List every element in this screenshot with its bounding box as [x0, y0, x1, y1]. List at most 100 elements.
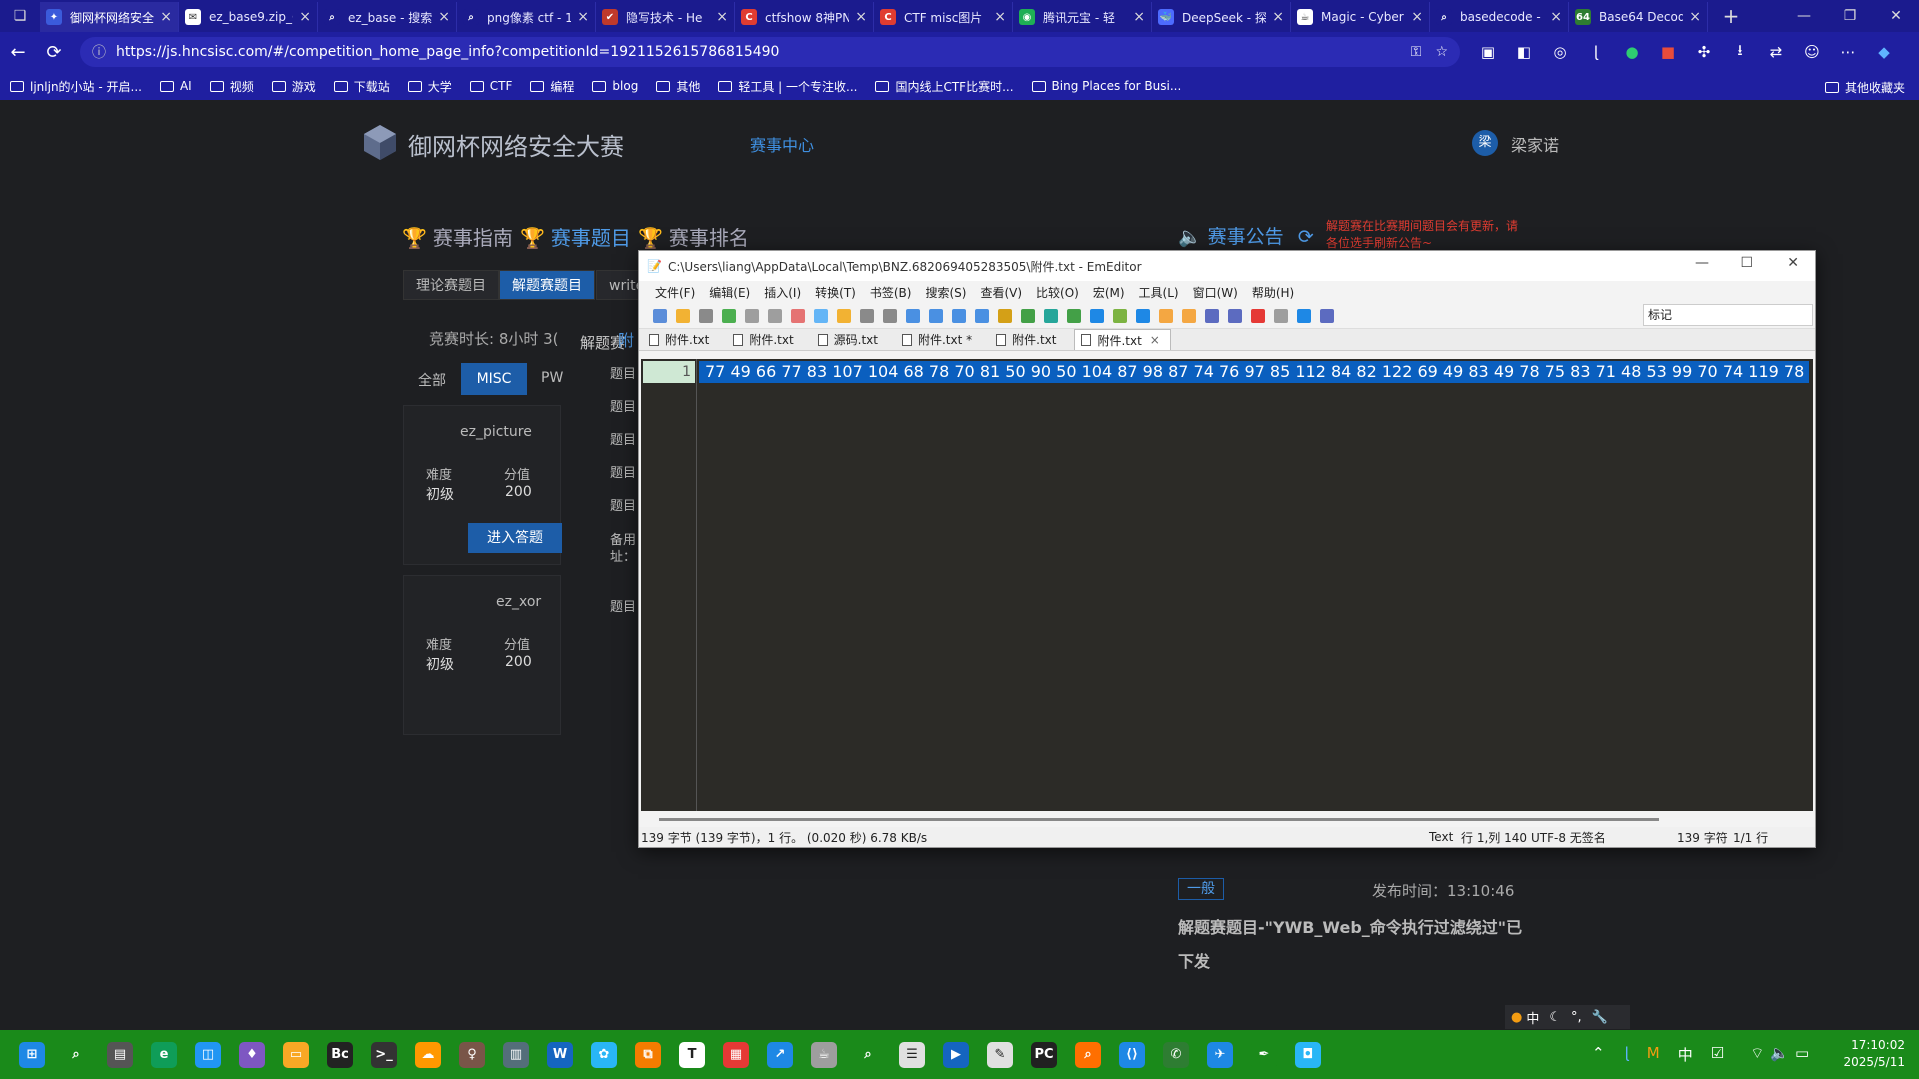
toolbar-button-icon[interactable]: [745, 308, 759, 323]
avatar[interactable]: 梁: [1472, 130, 1498, 156]
search-icon[interactable]: ⌕: [63, 1041, 89, 1068]
minimize-button[interactable]: —: [1781, 8, 1827, 24]
profile-avatar-icon[interactable]: ☺: [1794, 43, 1830, 61]
emeditor-menu-item[interactable]: 文件(F): [655, 284, 695, 301]
browser-tab[interactable]: Cctfshow 8神PN ×: [735, 2, 874, 32]
puzzle-icon[interactable]: ✣: [1686, 43, 1722, 61]
app-icon[interactable]: ☁: [415, 1041, 441, 1068]
bookmark-field[interactable]: 标记: [1643, 304, 1813, 326]
toolbar-button-icon[interactable]: [1320, 308, 1334, 323]
toolbar-button-icon[interactable]: [1136, 308, 1150, 323]
downloads-icon[interactable]: ⭳: [1722, 40, 1758, 65]
volume-icon[interactable]: 🔈: [1770, 1044, 1789, 1065]
app-icon[interactable]: ◘: [1295, 1041, 1321, 1068]
maximize-button[interactable]: ❐: [1827, 8, 1873, 24]
challenge-card[interactable]: ez_picture 难度 初级 分值 200 进入答题: [403, 405, 562, 565]
bookmark-item[interactable]: 编程: [530, 78, 574, 95]
word-icon[interactable]: W: [547, 1041, 573, 1068]
menu-ranking[interactable]: 🏆 赛事排名: [638, 222, 749, 251]
filter-all[interactable]: 全部: [418, 370, 446, 390]
app-icon[interactable]: ✿: [591, 1041, 617, 1068]
toolbar-button-icon[interactable]: [906, 308, 920, 323]
tab-close-icon[interactable]: ×: [994, 9, 1006, 25]
scrollbar-thumb[interactable]: [659, 818, 1659, 821]
toolbar-button-icon[interactable]: [883, 308, 897, 323]
status-mode[interactable]: Text: [1429, 830, 1453, 844]
bookmark-other-folder[interactable]: 其他收藏夹: [1824, 79, 1905, 96]
emeditor-menu-item[interactable]: 插入(I): [764, 284, 801, 301]
emeditor-title-bar[interactable]: 📝 C:\Users\liang\AppData\Local\Temp\BNZ.…: [639, 251, 1815, 281]
menu-challenges[interactable]: 🏆 赛事题目: [520, 222, 631, 251]
emeditor-close-button[interactable]: ✕: [1787, 255, 1799, 271]
copilot-icon[interactable]: ◆: [1866, 43, 1902, 61]
emeditor-menu-item[interactable]: 搜索(S): [925, 284, 966, 301]
extension-icon-6[interactable]: ■: [1650, 43, 1686, 61]
ime-toolbar[interactable]: ● 中 ☾ °, 🔧: [1505, 1005, 1630, 1029]
browser-tab[interactable]: 🐳 DeepSeek - 探 ×: [1152, 2, 1291, 32]
app-icon[interactable]: ♦: [239, 1041, 265, 1068]
document-tab[interactable]: 附件.txt ×: [1074, 329, 1171, 350]
toolbar-button-icon[interactable]: [699, 308, 713, 323]
typora-icon[interactable]: T: [679, 1041, 705, 1068]
toolbar-button-icon[interactable]: [952, 308, 966, 323]
wrench-icon[interactable]: 🔧: [1592, 1010, 1608, 1025]
editor-area[interactable]: 1 77 49 66 77 83 107 104 68 78 70 81 50 …: [641, 359, 1813, 811]
emeditor-menu-item[interactable]: 查看(V): [980, 284, 1022, 301]
toolbar-button-icon[interactable]: [1205, 308, 1219, 323]
tab-close-icon[interactable]: ×: [1133, 9, 1145, 25]
app-icon[interactable]: ☰: [899, 1041, 925, 1068]
battery-icon[interactable]: ▭: [1795, 1044, 1809, 1065]
emeditor-menu-item[interactable]: 转换(T): [815, 284, 856, 301]
app-icon[interactable]: ↗: [767, 1041, 793, 1068]
bookmark-item[interactable]: Bing Places for Busi...: [1031, 78, 1181, 95]
edge-icon[interactable]: e: [151, 1041, 177, 1068]
tray-check-icon[interactable]: ☑: [1711, 1044, 1724, 1065]
bookmark-item[interactable]: AI: [159, 78, 192, 95]
toolbar-button-icon[interactable]: [676, 308, 690, 323]
app-icon[interactable]: ✒: [1251, 1041, 1277, 1068]
selected-line-content[interactable]: 77 49 66 77 83 107 104 68 78 70 81 50 90…: [699, 361, 1809, 383]
site-logo-text[interactable]: 御网杯网络安全大赛: [408, 127, 624, 162]
emeditor-maximize-button[interactable]: ☐: [1740, 255, 1753, 271]
bookmark-item[interactable]: 轻工具 | 一个专注收...: [718, 78, 857, 95]
close-window-button[interactable]: ✕: [1873, 8, 1919, 24]
new-tab-button[interactable]: +: [1708, 4, 1754, 28]
toolbar-button-icon[interactable]: [1228, 308, 1242, 323]
tab-close-icon[interactable]: ×: [855, 9, 867, 25]
tab-close-icon[interactable]: ×: [1411, 9, 1423, 25]
browser-tab[interactable]: ☕ Magic - Cyber ×: [1291, 2, 1430, 32]
app-icon[interactable]: ◫: [195, 1041, 221, 1068]
emeditor-minimize-button[interactable]: —: [1695, 255, 1709, 271]
extension-icon-5[interactable]: ●: [1614, 43, 1650, 61]
browser-tab[interactable]: C CTF misc图片 ×: [874, 2, 1013, 32]
tray-app-icon-2[interactable]: M: [1647, 1044, 1660, 1065]
bookmark-item[interactable]: 下载站: [333, 78, 390, 95]
user-name[interactable]: 梁家诺: [1511, 132, 1559, 156]
challenge-card[interactable]: ez_xor 难度 初级 分值 200: [403, 575, 561, 735]
terminal-icon[interactable]: >_: [371, 1041, 397, 1068]
pycharm-icon[interactable]: PC: [1031, 1041, 1057, 1068]
bookmark-item[interactable]: ljnljn的小站 - 开启...: [10, 78, 142, 95]
back-arrow-icon[interactable]: ←: [0, 42, 36, 63]
toolbar-button-icon[interactable]: [1297, 308, 1311, 323]
toolbar-button-icon[interactable]: [837, 308, 851, 323]
emeditor-window[interactable]: 📝 C:\Users\liang\AppData\Local\Temp\BNZ.…: [638, 250, 1816, 848]
browser-tab[interactable]: ⌕ basedecode - ×: [1430, 2, 1569, 32]
tray-expand-icon[interactable]: ⌃: [1592, 1044, 1605, 1065]
toolbar-button-icon[interactable]: [1274, 308, 1288, 323]
toolbar-button-icon[interactable]: [722, 308, 736, 323]
more-menu-icon[interactable]: ⋯: [1830, 43, 1866, 61]
document-tab-close-icon[interactable]: ×: [1150, 333, 1160, 347]
app-icon[interactable]: ♀: [459, 1041, 485, 1068]
status-encoding[interactable]: UTF-8 无签名: [1531, 829, 1606, 846]
refresh-announcement-icon[interactable]: ⟳: [1298, 226, 1314, 248]
bookmark-item[interactable]: 其他: [656, 78, 700, 95]
toolbar-button-icon[interactable]: [975, 308, 989, 323]
app-icon[interactable]: ▶: [943, 1041, 969, 1068]
app-icon[interactable]: Bc: [327, 1041, 353, 1068]
tab-close-icon[interactable]: ×: [1689, 9, 1701, 25]
emeditor-menu-item[interactable]: 窗口(W): [1193, 284, 1238, 301]
tab-close-icon[interactable]: ×: [1550, 9, 1562, 25]
bookmark-item[interactable]: 游戏: [271, 78, 316, 95]
menu-guide[interactable]: 🏆 赛事指南: [402, 222, 513, 251]
